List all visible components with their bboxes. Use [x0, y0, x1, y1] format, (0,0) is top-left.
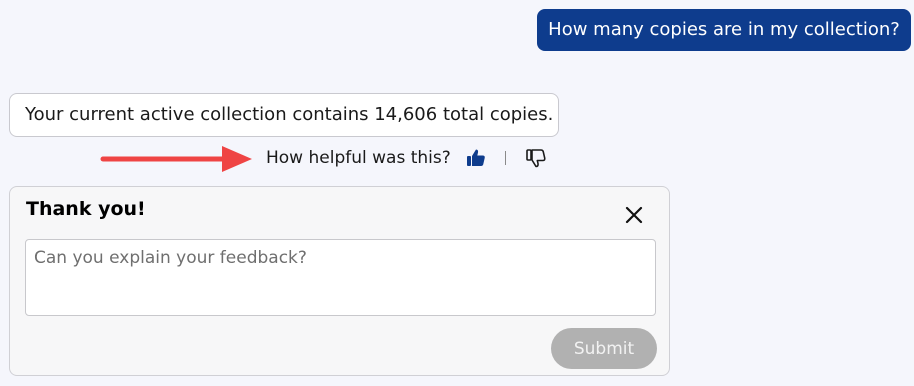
user-message-bubble: How many copies are in my collection? [537, 9, 911, 51]
feedback-prompt: How helpful was this? [266, 145, 547, 171]
feedback-panel: Thank you! Submit [9, 186, 670, 376]
feedback-panel-title: Thank you! [26, 198, 146, 220]
user-message-text: How many copies are in my collection? [548, 19, 900, 40]
close-icon[interactable] [622, 203, 646, 227]
feedback-question: How helpful was this? [266, 148, 451, 168]
thumbs-down-icon[interactable] [525, 147, 547, 169]
bot-message-text: Your current active collection contains … [25, 104, 554, 125]
arrow-right-icon [100, 146, 252, 172]
feedback-divider [504, 151, 506, 165]
submit-button[interactable]: Submit [551, 328, 657, 369]
thumbs-up-icon[interactable] [465, 147, 487, 169]
feedback-textarea[interactable] [25, 239, 656, 316]
bot-message-bubble: Your current active collection contains … [9, 93, 559, 137]
